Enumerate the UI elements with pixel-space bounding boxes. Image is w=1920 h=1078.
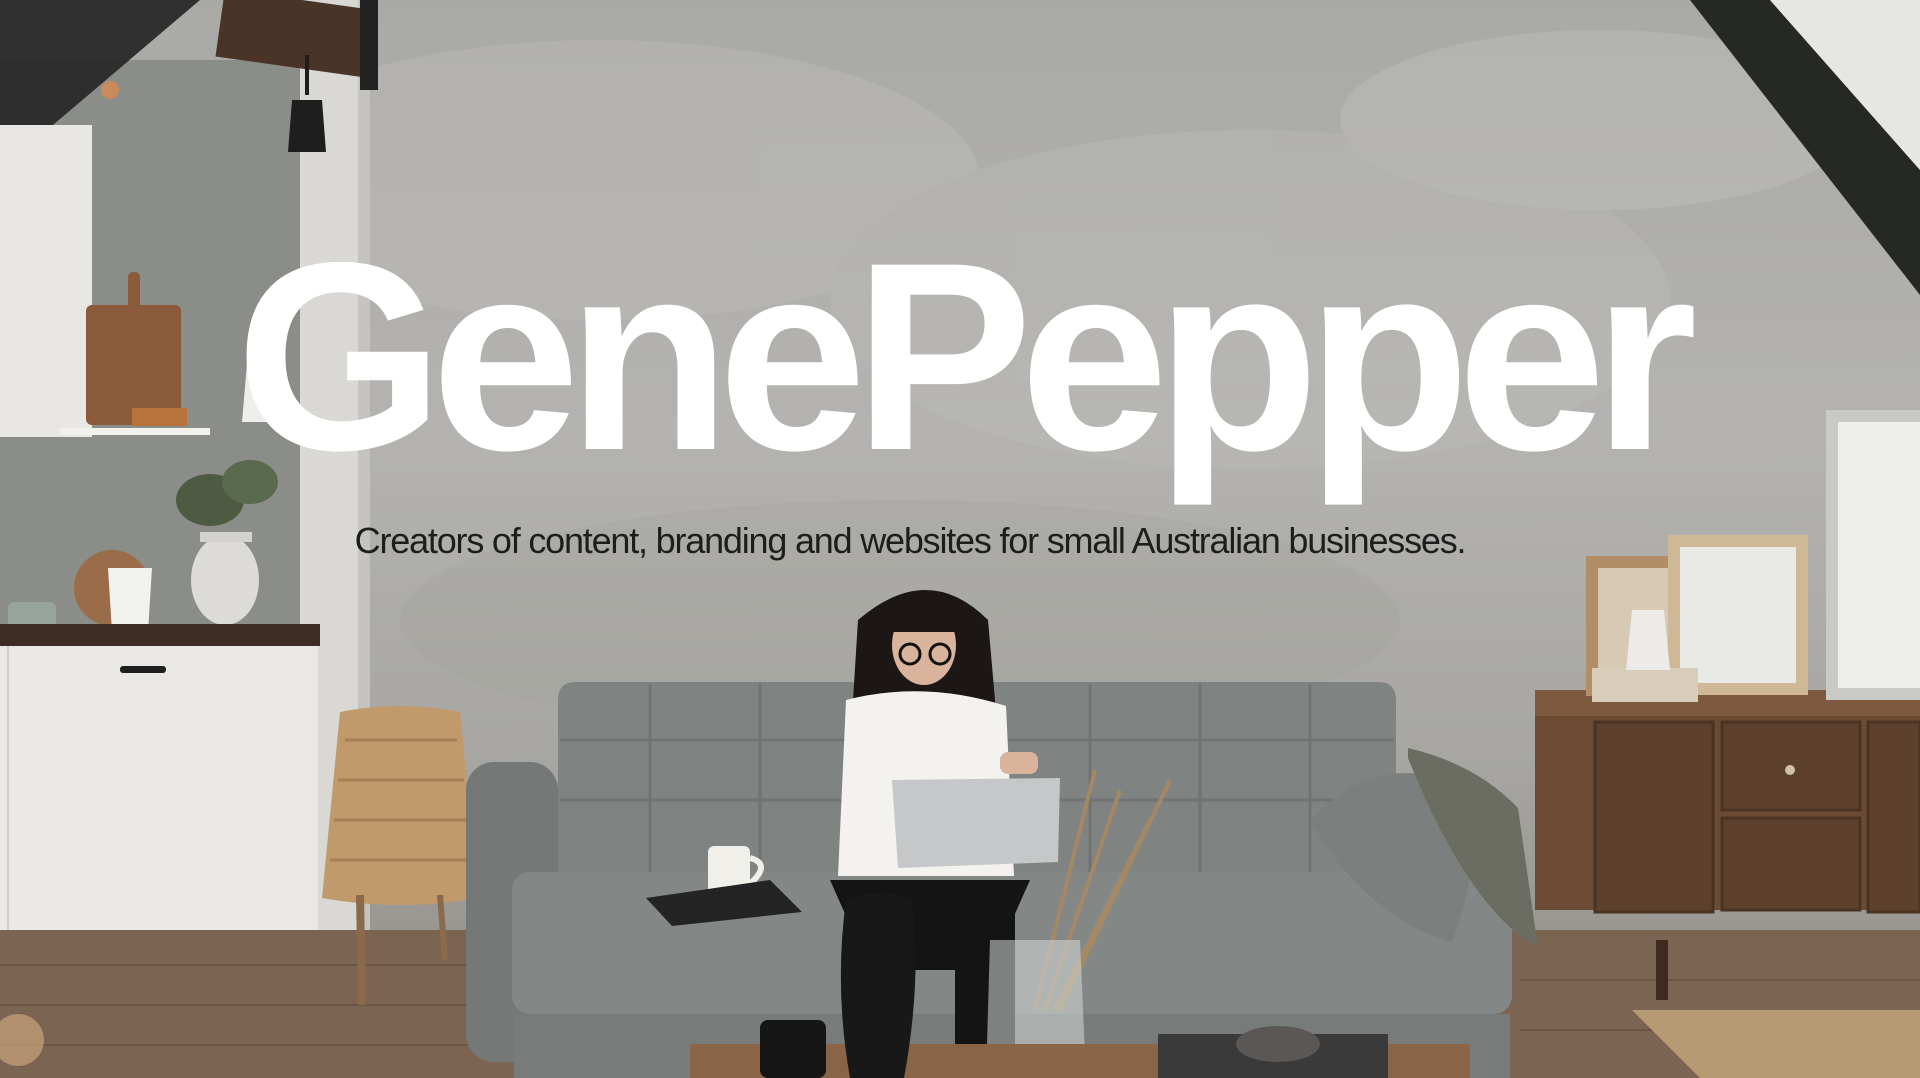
brand-tagline: Creators of content, branding and websit… bbox=[354, 520, 1467, 561]
countertop bbox=[0, 624, 320, 646]
black-vase bbox=[840, 893, 916, 1078]
brand-title: GenePepper bbox=[235, 206, 1698, 506]
hero-section: GenePepper Creators of content, branding… bbox=[0, 0, 1920, 1078]
